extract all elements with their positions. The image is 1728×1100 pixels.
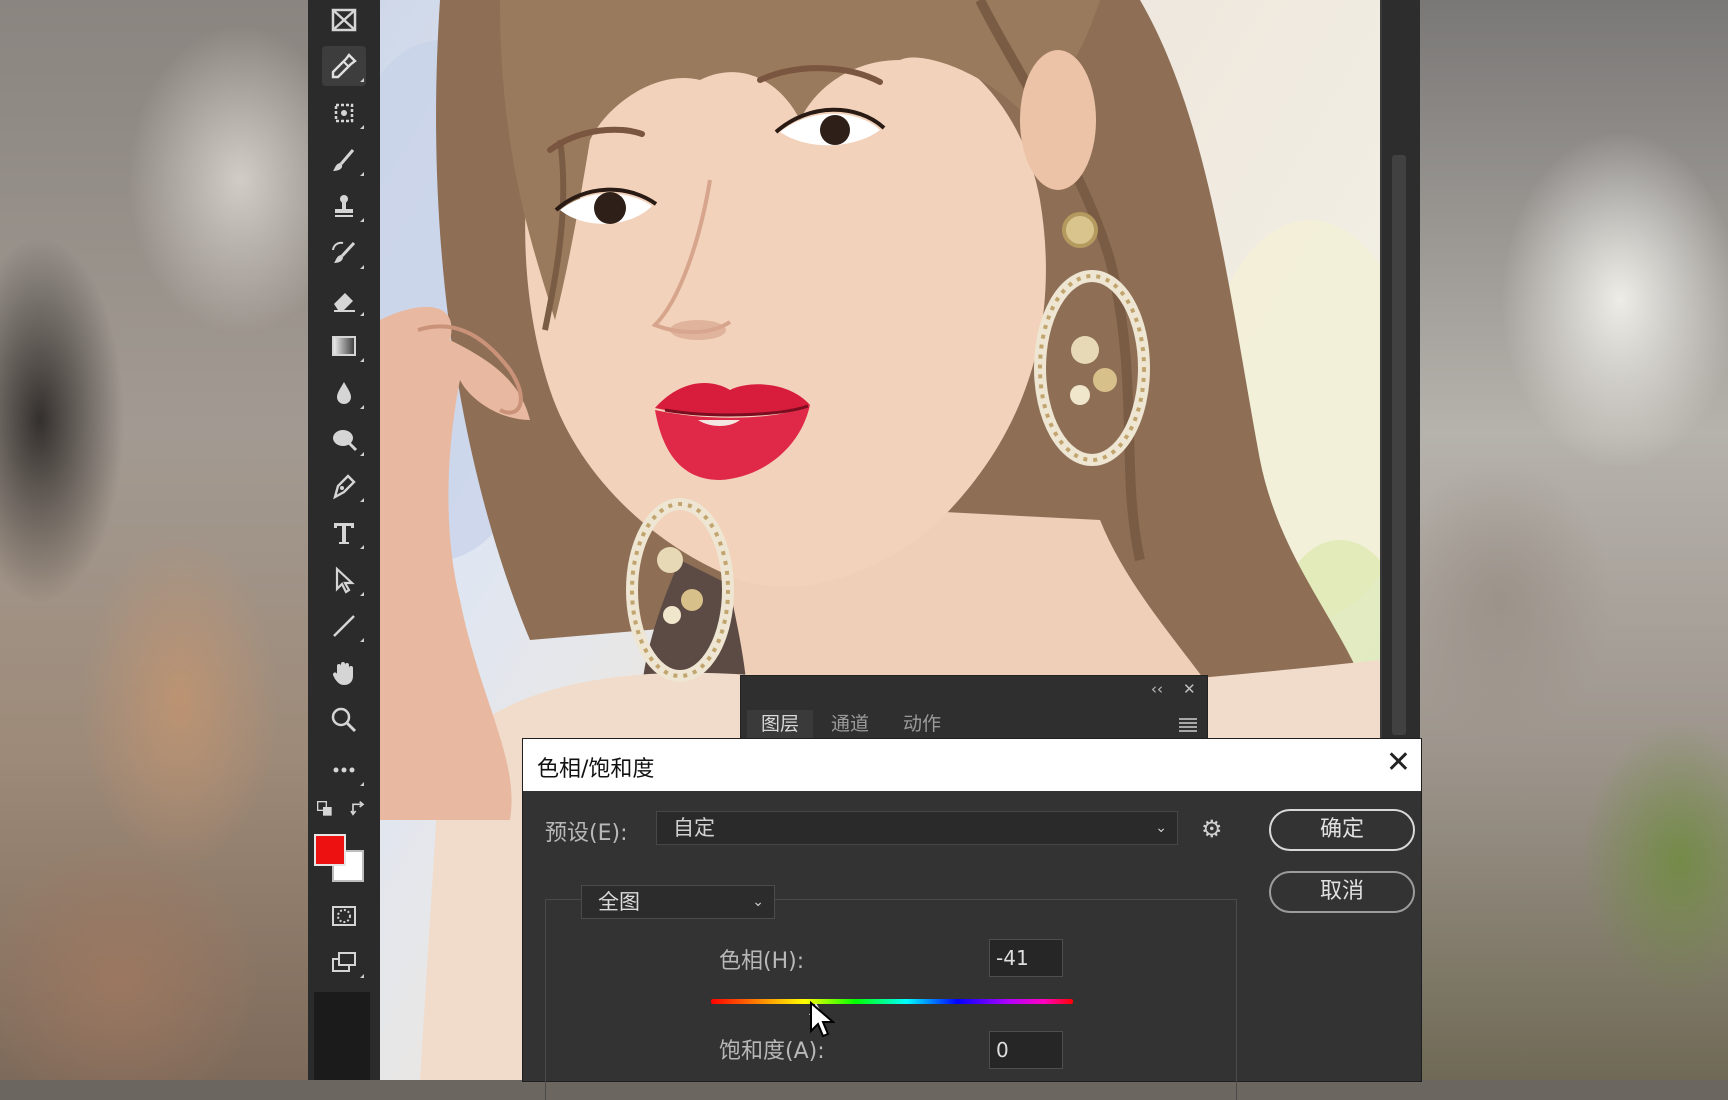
chevron-down-icon: ⌄ [1155,820,1167,836]
blur-tool-icon[interactable] [322,373,366,413]
dialog-title-bar[interactable]: 色相/饱和度 ✕ [523,739,1421,791]
preset-label: 预设(E): [545,821,628,846]
saturation-label: 饱和度(A): [719,1039,825,1064]
layers-panel: ‹‹ ✕ 图层 通道 动作 [740,675,1208,739]
preset-value: 自定 [673,816,715,840]
path-selection-tool-icon[interactable] [322,560,366,600]
pen-tool-icon[interactable] [322,466,366,506]
tab-layers[interactable]: 图层 [747,710,814,738]
range-select[interactable]: 全图 ⌄ [581,885,775,919]
saturation-input[interactable]: 0 [989,1031,1063,1069]
tab-actions[interactable]: 动作 [889,710,955,738]
hue-input[interactable]: -41 [989,939,1063,977]
quick-mask-icon[interactable] [322,896,366,936]
default-colors-icon[interactable] [312,796,338,822]
tools-panel [308,0,381,1080]
ok-button[interactable]: 确定 [1269,809,1415,851]
close-panel-icon[interactable]: ✕ [1183,680,1196,698]
hue-saturation-dialog: 色相/饱和度 ✕ 预设(E): 自定 ⌄ ⚙ 确定 取消 全图 ⌄ 色相(H):… [522,738,1422,1100]
toolbar-footer [314,992,370,1080]
hue-slider-track[interactable] [711,999,1073,1004]
clone-stamp-tool-icon[interactable] [322,186,366,226]
panel-menu-icon[interactable] [1179,718,1197,732]
video-background-right [1420,0,1728,1080]
history-brush-tool-icon[interactable] [322,233,366,273]
hue-label: 色相(H): [719,949,805,974]
hand-tool-icon[interactable] [322,653,366,693]
zoom-tool-icon[interactable] [322,700,366,740]
eraser-tool-icon[interactable] [322,280,366,320]
line-tool-icon[interactable] [322,606,366,646]
chevron-down-icon: ⌄ [752,894,764,910]
tab-channels[interactable]: 通道 [817,710,883,738]
swap-colors-icon[interactable] [346,796,372,822]
crop-tool-icon[interactable] [322,93,366,133]
eyedropper-tool-icon[interactable] [322,46,366,86]
type-tool-icon[interactable] [322,513,366,553]
preset-select[interactable]: 自定 ⌄ [656,811,1178,845]
brush-tool-icon[interactable] [322,140,366,180]
dialog-title: 色相/饱和度 [537,757,655,782]
screen-mode-icon[interactable] [322,942,366,982]
cancel-button[interactable]: 取消 [1269,871,1415,913]
canvas-scrollbar-thumb[interactable] [1392,155,1406,735]
foreground-color-swatch[interactable] [314,834,346,866]
close-icon[interactable]: ✕ [1386,745,1411,781]
frame-tool-icon[interactable] [322,0,366,40]
gear-icon[interactable]: ⚙ [1201,815,1223,843]
dodge-tool-icon[interactable] [322,420,366,460]
more-tools-icon[interactable] [322,750,366,790]
collapse-panel-icon[interactable]: ‹‹ [1151,680,1163,698]
gradient-tool-icon[interactable] [322,326,366,366]
range-value: 全图 [598,890,640,914]
video-background-left [0,0,308,1080]
